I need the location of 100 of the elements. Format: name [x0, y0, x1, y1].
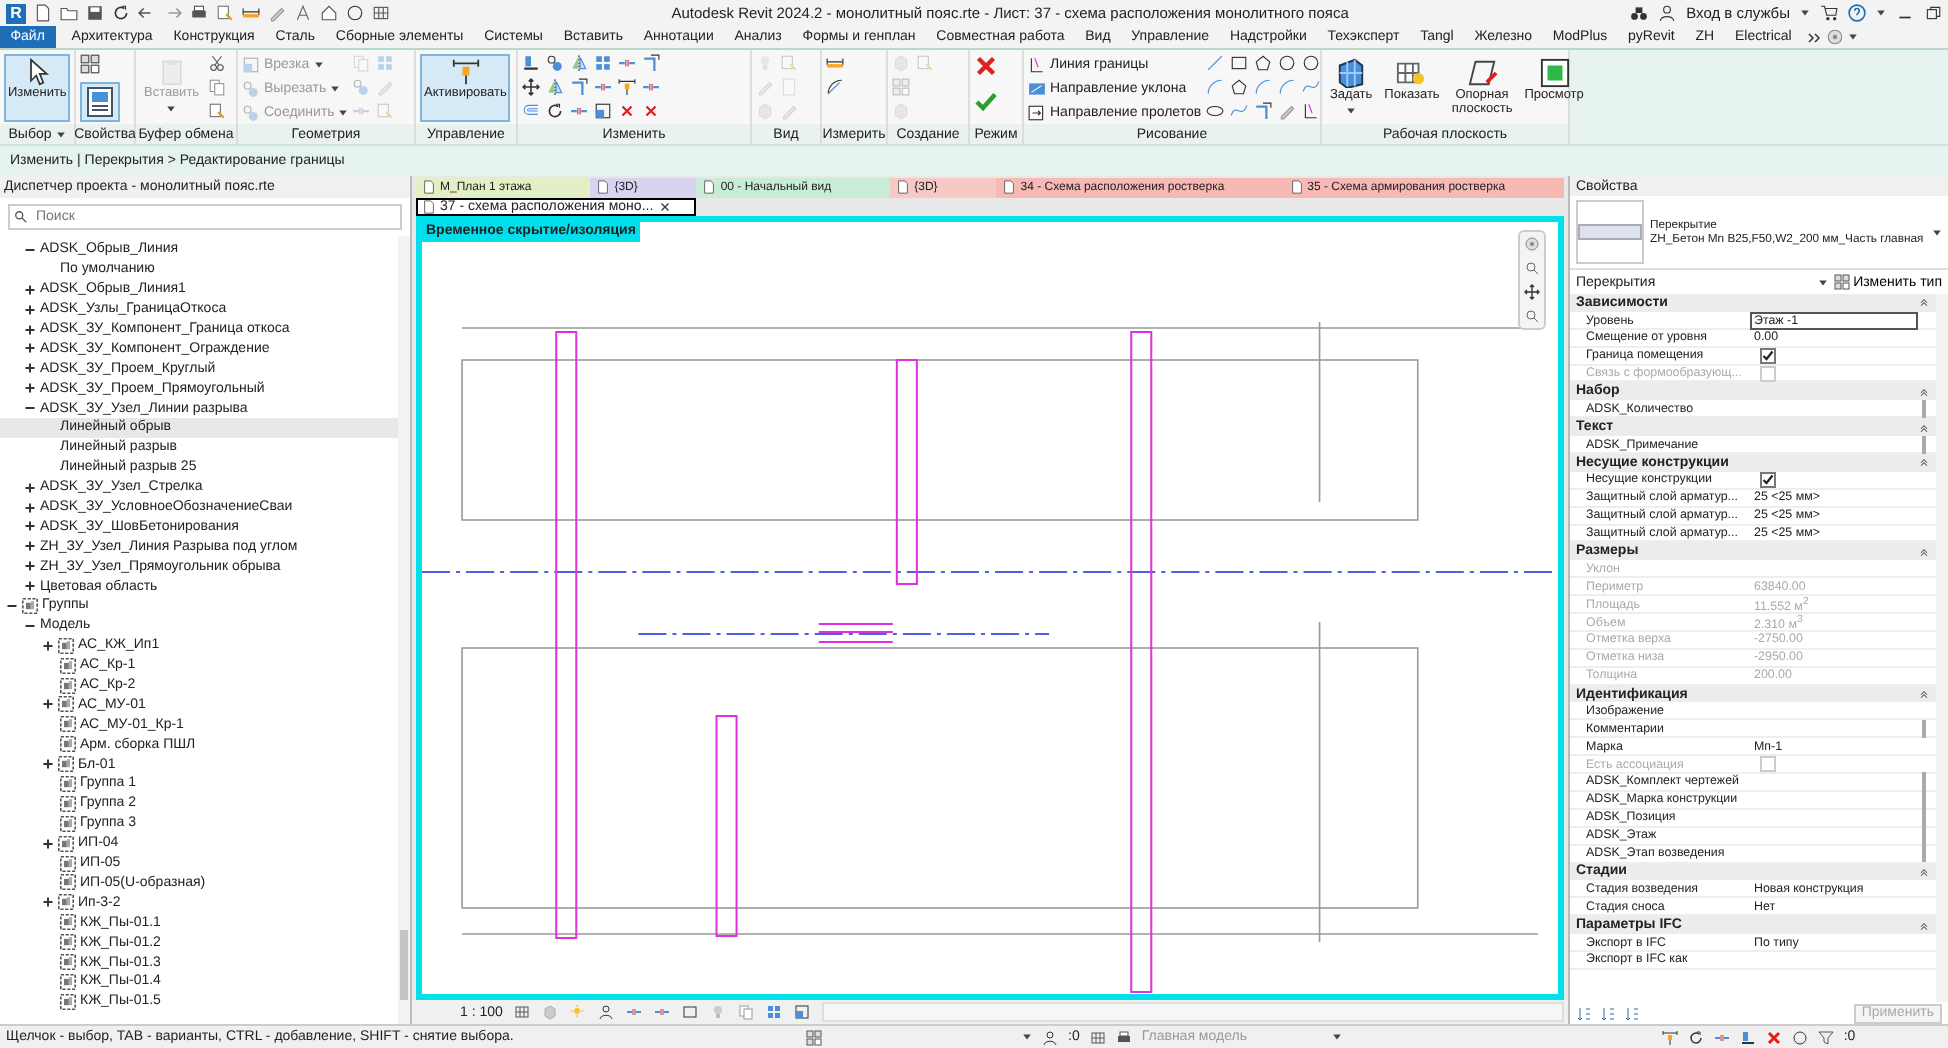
delete-icon[interactable] — [642, 101, 660, 119]
array-icon[interactable] — [594, 53, 612, 71]
printer-icon[interactable] — [1115, 1029, 1132, 1045]
zoom-icon[interactable] — [1524, 260, 1540, 276]
circle-icon[interactable] — [346, 4, 364, 22]
circles-icon[interactable] — [546, 53, 564, 71]
expand-icon[interactable] — [24, 283, 36, 296]
expand-icon[interactable] — [24, 520, 36, 533]
cart-icon[interactable] — [1820, 4, 1838, 22]
document-icon[interactable] — [34, 4, 52, 22]
windows-icon[interactable] — [80, 54, 100, 74]
text-a-icon[interactable] — [294, 4, 312, 22]
close-icon[interactable] — [657, 199, 672, 214]
expand-icon[interactable] — [24, 481, 36, 494]
windows-icon[interactable] — [806, 1029, 822, 1045]
expand-icon[interactable] — [24, 560, 36, 573]
split-icon[interactable] — [1713, 1029, 1730, 1045]
scrollbar[interactable] — [1936, 294, 1948, 1002]
binoculars-icon[interactable] — [1630, 4, 1649, 22]
grid-icon[interactable] — [1089, 1029, 1106, 1045]
restore-icon[interactable] — [1924, 4, 1942, 22]
expand-icon[interactable] — [24, 323, 36, 335]
save-icon[interactable] — [86, 4, 104, 22]
undo-icon[interactable] — [138, 4, 156, 22]
printer-icon[interactable] — [190, 4, 208, 22]
dimension-icon[interactable] — [826, 53, 844, 71]
expand-icon[interactable] — [24, 303, 36, 316]
move-icon[interactable] — [1524, 284, 1540, 300]
caret-icon[interactable] — [1331, 1032, 1342, 1042]
expand-icon[interactable] — [42, 896, 54, 909]
user-icon[interactable] — [1658, 4, 1677, 22]
move-icon[interactable] — [522, 77, 540, 95]
caret-icon[interactable] — [1800, 8, 1810, 18]
dimension-icon[interactable] — [242, 4, 260, 22]
expand-icon[interactable] — [24, 580, 36, 593]
collapse-icon[interactable] — [24, 402, 36, 415]
caret-icon[interactable] — [1022, 1032, 1032, 1042]
ellipse-icon[interactable] — [1205, 101, 1224, 119]
collapse-icon[interactable] — [24, 243, 36, 256]
caret-icon[interactable] — [55, 129, 66, 139]
scrollbar[interactable] — [822, 1002, 1564, 1022]
rotate-icon[interactable] — [1687, 1029, 1704, 1045]
expand-icon[interactable] — [42, 837, 54, 850]
caret-icon[interactable] — [1346, 105, 1357, 116]
redo-icon[interactable] — [164, 4, 182, 22]
trim-icon[interactable] — [642, 53, 660, 71]
rotate-icon[interactable] — [112, 4, 130, 22]
double-chevron-icon[interactable] — [1806, 29, 1823, 45]
caret-icon[interactable] — [1817, 277, 1828, 287]
split-icon[interactable] — [626, 1004, 643, 1020]
cross-icon[interactable] — [1765, 1029, 1782, 1045]
circle-icon[interactable] — [1791, 1029, 1808, 1045]
user-icon[interactable] — [598, 1004, 615, 1020]
scale-icon[interactable] — [594, 101, 612, 119]
expand-icon[interactable] — [42, 639, 54, 652]
cross-icon[interactable] — [974, 53, 998, 77]
circle-icon[interactable] — [1277, 53, 1296, 71]
rotate-icon[interactable] — [546, 101, 564, 119]
expand-icon[interactable] — [24, 540, 36, 553]
expand-icon[interactable] — [24, 501, 36, 514]
grid-icon[interactable] — [514, 1004, 531, 1020]
boundary-line-icon[interactable] — [1301, 101, 1320, 119]
navigation-bar[interactable] — [1518, 230, 1546, 330]
filter-icon[interactable] — [1817, 1029, 1834, 1045]
offset-icon[interactable] — [522, 101, 540, 119]
expand-icon[interactable] — [42, 758, 54, 771]
app-logo[interactable]: R — [6, 3, 26, 23]
caret-icon[interactable] — [1848, 32, 1859, 42]
user-icon[interactable] — [1042, 1029, 1058, 1045]
array-icon[interactable] — [766, 1004, 783, 1020]
expand-icon[interactable] — [24, 382, 36, 395]
folder-icon[interactable] — [60, 4, 78, 22]
split-icon[interactable] — [654, 1004, 671, 1020]
align-icon[interactable] — [522, 53, 540, 71]
expand-icon[interactable] — [24, 362, 36, 375]
zoom-icon[interactable] — [1524, 308, 1540, 324]
pin-icon[interactable] — [618, 77, 636, 95]
align-icon[interactable] — [1739, 1029, 1756, 1045]
help-icon[interactable] — [1848, 4, 1866, 22]
caret-icon[interactable] — [1932, 227, 1942, 237]
trim-icon[interactable] — [570, 77, 588, 95]
caret-icon[interactable] — [1876, 8, 1886, 18]
grid-icon[interactable] — [372, 4, 390, 22]
delete-icon[interactable] — [618, 101, 636, 119]
trim-icon[interactable] — [1253, 101, 1272, 119]
check-icon[interactable] — [974, 89, 998, 113]
checkbox[interactable] — [1760, 471, 1776, 488]
navigation-wheel-icon[interactable] — [1524, 236, 1540, 252]
copy-icon[interactable] — [207, 77, 226, 95]
scissors-icon[interactable] — [207, 53, 226, 71]
scale-icon[interactable] — [794, 1004, 811, 1020]
circle-icon[interactable] — [1301, 53, 1320, 71]
arc-dimension-icon[interactable] — [826, 77, 844, 95]
properties-button[interactable] — [80, 82, 120, 122]
house-icon[interactable] — [320, 4, 338, 22]
expand-icon[interactable] — [24, 342, 36, 355]
scrollbar[interactable] — [398, 236, 410, 1024]
rectangle-icon[interactable] — [1229, 53, 1248, 71]
checkbox[interactable] — [1760, 347, 1776, 364]
expand-icon[interactable] — [42, 698, 54, 711]
